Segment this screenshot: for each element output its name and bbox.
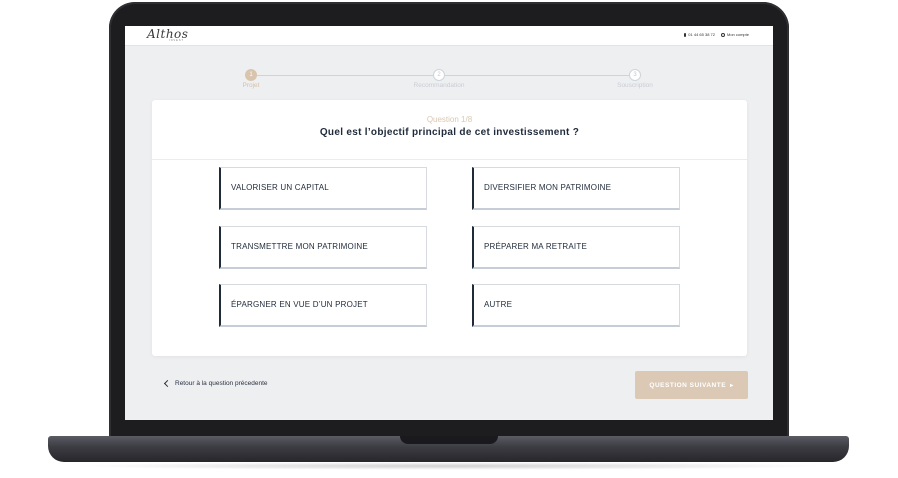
user-icon: [720, 32, 725, 37]
top-links: 01 44 65 38 72 Mon compte: [684, 32, 749, 37]
laptop-screen: Althos INVEST 01 44 65 38 72 Mon compte …: [125, 26, 773, 420]
logo-subtitle: INVEST: [169, 39, 185, 42]
option-transmettre-patrimoine[interactable]: TRANSMETTRE MON PATRIMOINE: [219, 226, 427, 269]
laptop-notch: [400, 436, 498, 444]
step-2-label: Recommandation: [413, 82, 465, 89]
step-1-label: Projet: [242, 82, 260, 89]
question-counter: Question 1/8: [426, 115, 473, 124]
laptop-shadow: [70, 462, 828, 470]
account-link[interactable]: Mon compte: [720, 32, 749, 37]
option-autre[interactable]: AUTRE: [472, 284, 680, 327]
phone-link[interactable]: 01 44 65 38 72: [684, 32, 715, 37]
question-card: Question 1/8 Quel est l’objectif princip…: [152, 100, 747, 356]
card-divider: [152, 159, 747, 160]
next-label: QUESTION SUIVANTE: [649, 381, 727, 389]
option-valoriser-capital[interactable]: VALORISER UN CAPITAL: [219, 167, 427, 210]
chevron-right-icon: ▸: [730, 382, 734, 389]
account-label: Mon compte: [726, 32, 749, 37]
step-connector: [257, 75, 437, 76]
back-link[interactable]: Retour à la question précedente: [163, 379, 268, 388]
phone-number: 01 44 65 38 72: [688, 32, 715, 37]
step-2-circle: 2: [433, 69, 445, 81]
option-preparer-retraite[interactable]: PRÉPARER MA RETRAITE: [472, 226, 680, 269]
back-label: Retour à la question précedente: [175, 380, 268, 387]
step-connector: [445, 75, 629, 76]
option-diversifier-patrimoine[interactable]: DIVERSIFIER MON PATRIMOINE: [472, 167, 680, 210]
step-1-circle: 1: [245, 69, 257, 81]
chevron-left-icon: [163, 379, 172, 388]
step-3-label: Souscription: [617, 82, 653, 89]
next-question-button[interactable]: QUESTION SUIVANTE ▸: [635, 371, 748, 399]
top-bar: Althos INVEST 01 44 65 38 72 Mon compte: [125, 26, 773, 46]
step-3-circle: 3: [629, 69, 641, 81]
page: Althos INVEST 01 44 65 38 72 Mon compte …: [0, 0, 898, 478]
question-title: Quel est l’objectif principal de cet inv…: [319, 127, 580, 138]
option-epargner-projet[interactable]: ÉPARGNER EN VUE D’UN PROJET: [219, 284, 427, 327]
progress-stepper: 1 Projet 2 Recommandation 3 Souscription: [125, 66, 773, 96]
phone-icon: [684, 32, 687, 37]
